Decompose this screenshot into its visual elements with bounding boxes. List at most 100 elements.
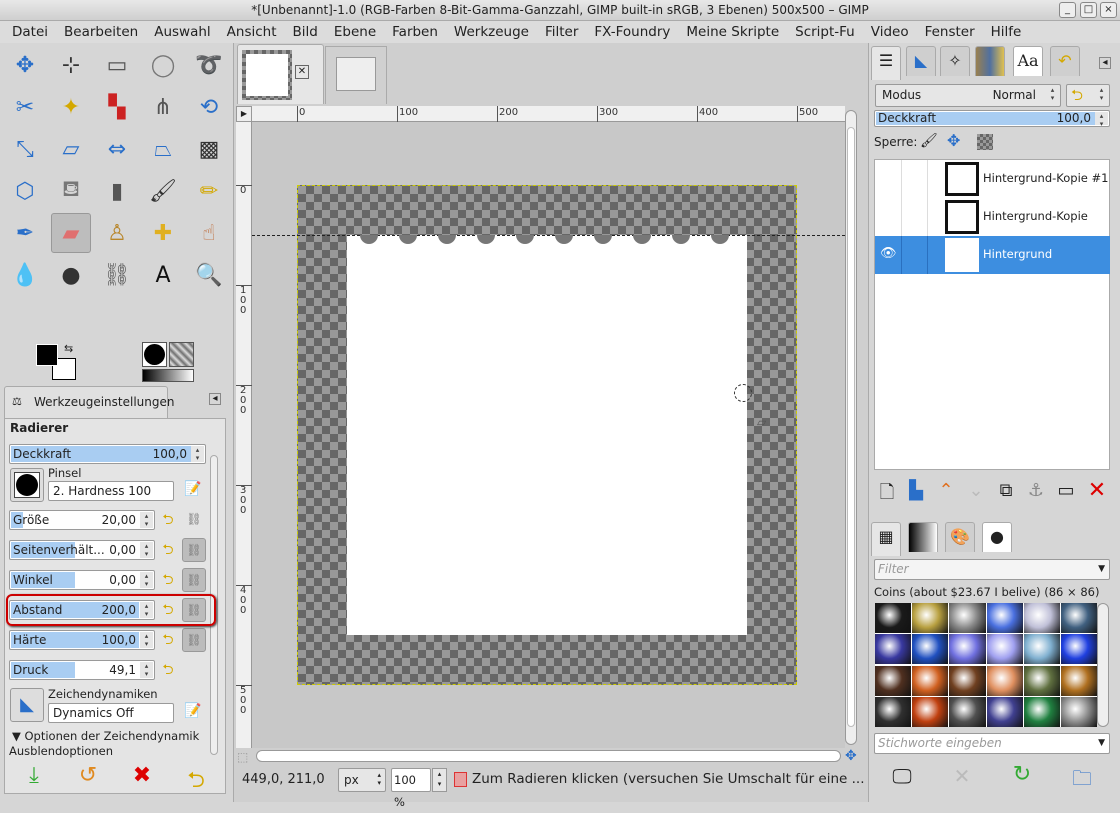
tab-fonts[interactable]: Aa	[1013, 46, 1043, 76]
tab-gradients[interactable]	[908, 522, 938, 552]
brush-thumbnail[interactable]	[949, 634, 986, 665]
blur-tool-icon[interactable]: 💧	[5, 255, 45, 295]
dynamics-button[interactable]: ◣	[10, 688, 44, 722]
menu-script-fu[interactable]: Script-Fu	[787, 21, 863, 43]
brush-thumbnail[interactable]	[986, 603, 1023, 633]
flip-tool-icon[interactable]: ⇔	[97, 129, 137, 169]
menu-video[interactable]: Video	[863, 21, 917, 43]
brush-thumbnail[interactable]	[875, 665, 912, 696]
rotate-tool-icon[interactable]: ⟲	[189, 87, 229, 127]
smudge-tool-icon[interactable]: ☝	[189, 213, 229, 253]
navigate-icon[interactable]: ✥	[845, 748, 857, 764]
eraser-tool-icon[interactable]: ▰	[51, 213, 91, 253]
lock-pixels-icon[interactable]: 🖌	[920, 133, 938, 149]
delete-layer-icon[interactable]: ✕	[1084, 478, 1110, 503]
reset-to-default-icon[interactable]: ⮌	[159, 661, 177, 679]
layer-row[interactable]: Hintergrund-Kopie	[875, 198, 1110, 236]
brush-thumbnail[interactable]	[949, 696, 986, 727]
refresh-brushes-icon[interactable]: ↻	[1009, 762, 1035, 787]
duplicate-layer-icon[interactable]: ⧉	[993, 480, 1019, 501]
minimize-button[interactable]: _	[1059, 2, 1076, 18]
brush-thumbnail[interactable]	[1060, 665, 1097, 696]
quick-mask-icon[interactable]: ⬚	[237, 750, 248, 764]
link-chain-icon[interactable]: ⛓	[182, 538, 206, 562]
reset-to-default-icon[interactable]: ⮌	[159, 631, 177, 649]
airbrush-tool-icon[interactable]: ✒	[5, 213, 45, 253]
measure-tool-icon[interactable]: ⛓	[97, 255, 137, 295]
move-tool-icon[interactable]: ✥	[5, 45, 45, 85]
brush-scrollbar[interactable]	[1097, 603, 1109, 727]
menu-filter[interactable]: Filter	[537, 21, 586, 43]
lock-position-icon[interactable]: ✥	[947, 131, 960, 150]
tab-palette-editor[interactable]: 🎨	[945, 522, 975, 552]
delete-brush-icon[interactable]: ✕	[949, 764, 975, 788]
brush-thumbnail[interactable]	[875, 696, 912, 727]
brush-thumbnail[interactable]	[912, 603, 949, 633]
menu-fx-foundry[interactable]: FX-Foundry	[586, 21, 678, 43]
new-layer-icon[interactable]: 🗋	[874, 480, 900, 510]
perspective-tool-icon[interactable]: ⏢	[143, 129, 183, 169]
swap-colors-icon[interactable]: ⇆	[64, 342, 73, 355]
color-select-tool-icon[interactable]: ▚	[97, 87, 137, 127]
layer-row[interactable]: 👁 Hintergrund	[875, 236, 1110, 274]
delete-options-icon[interactable]: ✖	[129, 763, 155, 788]
brush-thumbnail[interactable]	[912, 696, 949, 727]
layer-opacity-slider[interactable]: Deckkraft 100,0 ▴ ▾	[874, 110, 1110, 128]
fuzzy-select-tool-icon[interactable]: ✦	[51, 87, 91, 127]
edit-dynamics-icon[interactable]: 📝	[184, 703, 201, 719]
reset-options-icon[interactable]: ⮌	[183, 763, 209, 801]
text-tool-icon[interactable]: A	[143, 255, 183, 295]
spinner[interactable]: ▴ ▾	[140, 572, 153, 588]
scissors-tool-icon[interactable]: ✂	[5, 87, 45, 127]
brush-thumbnail[interactable]	[1060, 603, 1097, 633]
reset-to-default-icon[interactable]: ⮌	[159, 511, 177, 529]
spinner[interactable]: ▴ ▾	[140, 662, 153, 678]
restore-options-icon[interactable]: ↺	[75, 763, 101, 788]
brush-thumbnail[interactable]	[1023, 634, 1060, 665]
paintbrush-tool-icon[interactable]: 🖌	[143, 171, 183, 211]
close-button[interactable]: ×	[1100, 2, 1117, 18]
clone-tool-icon[interactable]: ♙	[97, 213, 137, 253]
spinner[interactable]: ▴ ▾	[140, 542, 153, 558]
warp-tool-icon[interactable]: ▩	[189, 129, 229, 169]
new-layer-group-icon[interactable]: ▙	[903, 480, 929, 501]
brush-filter-input[interactable]: Filter ▼	[874, 559, 1110, 580]
menu-werkzeuge[interactable]: Werkzeuge	[446, 21, 537, 43]
cage-tool-icon[interactable]: ⬡	[5, 171, 45, 211]
image-tab-active[interactable]: ✕	[237, 44, 324, 104]
gradient-tool-icon[interactable]: ▮	[97, 171, 137, 211]
dodge-burn-tool-icon[interactable]: ●	[51, 255, 91, 295]
dynamics-field[interactable]: Dynamics Off	[48, 703, 174, 723]
gradient-indicator[interactable]	[142, 369, 194, 382]
vertical-ruler[interactable]: 0 100 200 300 400 500	[236, 122, 252, 748]
slider-5[interactable]: Druck 49,1 ▴ ▾	[9, 660, 155, 680]
link-chain-icon[interactable]: ⛓	[182, 508, 206, 532]
brush-button[interactable]	[10, 468, 44, 502]
brush-thumbnail[interactable]	[949, 665, 986, 696]
tab-paint-dynamics[interactable]: ◣	[906, 46, 936, 76]
canvas-menu-button[interactable]: ▶	[236, 106, 252, 122]
brush-name-field[interactable]: 2. Hardness 100	[48, 481, 174, 501]
cancel-action-icon[interactable]	[454, 772, 467, 787]
foreground-color[interactable]	[36, 344, 58, 366]
lower-layer-icon[interactable]: ⌄	[963, 480, 989, 501]
vertical-scrollbar[interactable]	[845, 110, 857, 745]
brush-tags-input[interactable]: Stichworte eingeben ▼	[874, 733, 1110, 754]
tab-tool-options[interactable]: ⚖ Werkzeugeinstellungen	[4, 386, 174, 418]
free-select-tool-icon[interactable]: ➰	[189, 45, 229, 85]
tab-brushes[interactable]: ▦	[871, 522, 901, 556]
lock-alpha-icon[interactable]	[977, 134, 993, 150]
image-tab-inactive[interactable]	[325, 46, 387, 104]
save-options-icon[interactable]: ⤓	[21, 763, 47, 788]
horizontal-ruler[interactable]: 0 100 200 300 400 500	[252, 106, 845, 122]
brush-thumbnail[interactable]	[1023, 603, 1060, 633]
canvas[interactable]: ▱	[252, 122, 845, 748]
brush-thumbnail[interactable]	[986, 665, 1023, 696]
brush-thumbnail[interactable]	[912, 665, 949, 696]
tab-palettes[interactable]	[975, 46, 1005, 76]
raise-layer-icon[interactable]: ⌃	[933, 480, 959, 501]
bucket-fill-tool-icon[interactable]: ⛾	[51, 171, 91, 211]
menu-hilfe[interactable]: Hilfe	[983, 21, 1030, 43]
open-brush-folder-icon[interactable]: 🗀	[1069, 764, 1095, 798]
brush-thumbnail[interactable]	[1023, 665, 1060, 696]
